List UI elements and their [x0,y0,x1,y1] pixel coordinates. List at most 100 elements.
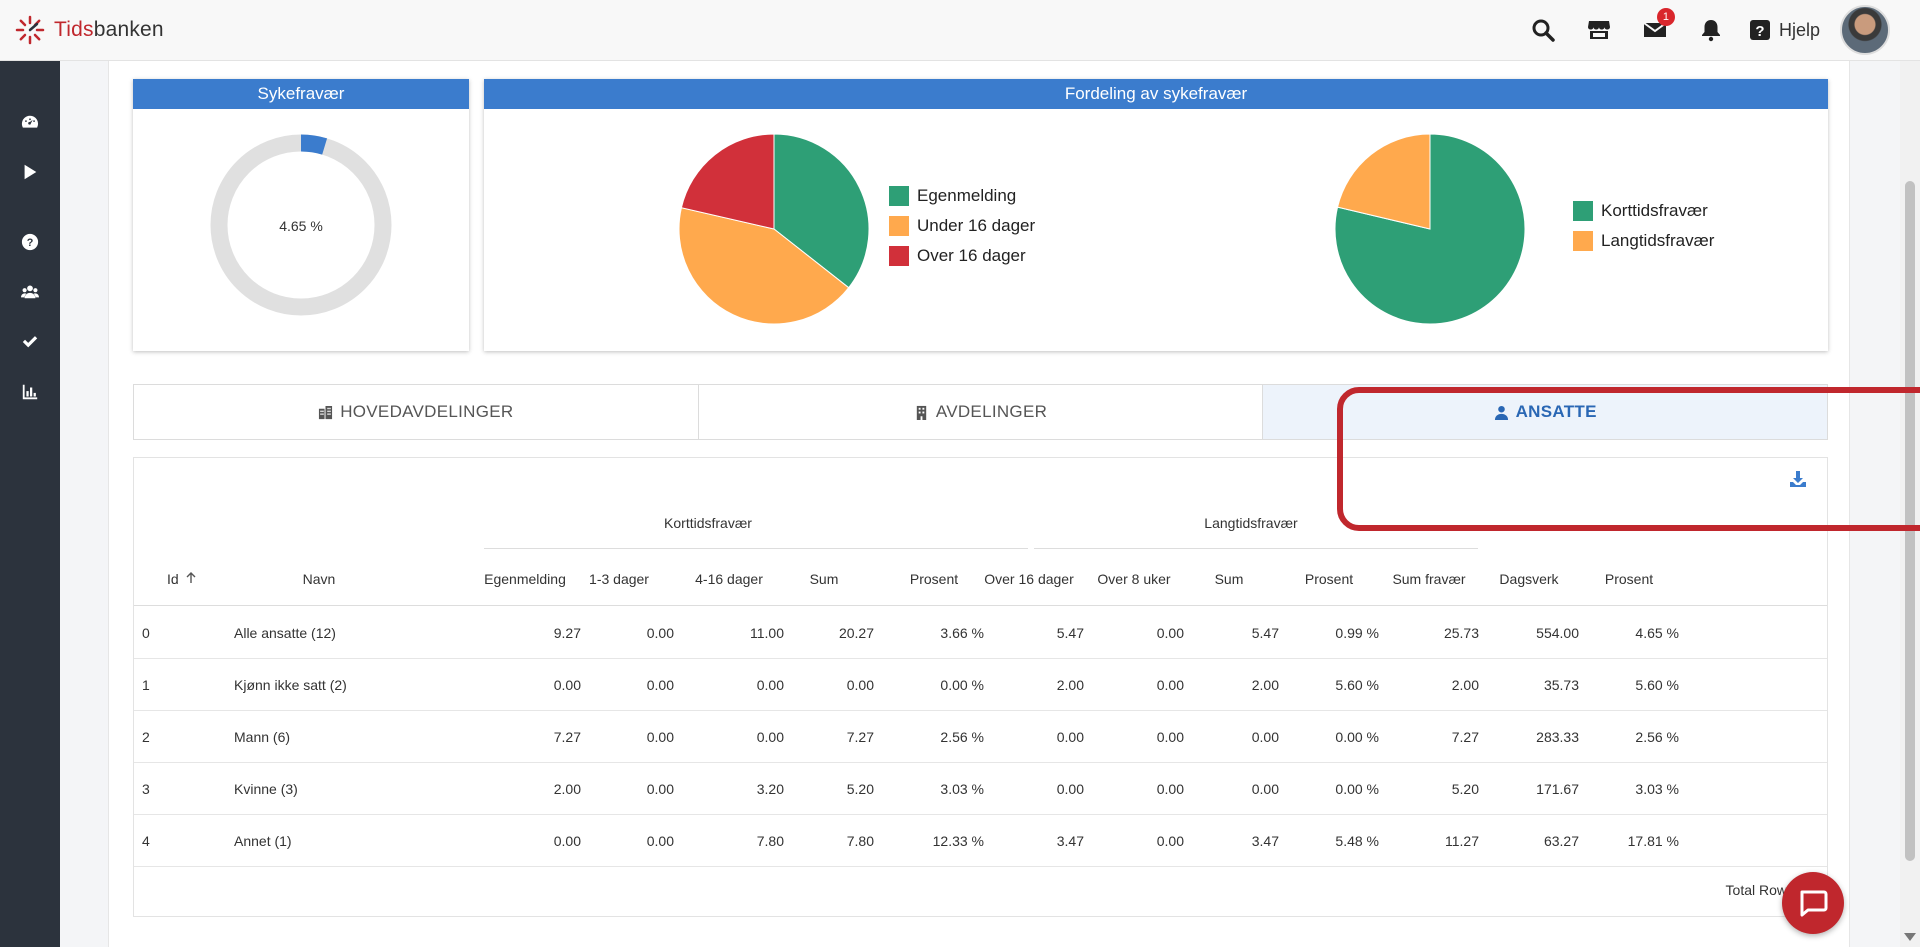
table-cell: 0.00 [1156,833,1184,849]
pie-chart-duration [1334,133,1526,325]
table-cell: 0.00 [1251,729,1279,745]
table-cell: 11.27 [1445,833,1479,849]
table-row[interactable]: 1 Kjønn ikke satt (2) 0.00 0.00 0.00 0.00 0.00… [134,659,1827,711]
column-header[interactable]: Over 16 dager [974,571,1084,587]
table-row[interactable]: 0 Alle ansatte (12) 9.27 0.00 11.00 20.27 3.66… [134,607,1827,659]
fordeling-card: Fordeling av sykefravær Egenmelding Under… [484,79,1828,351]
help-circle-icon[interactable]: ? [0,227,60,257]
table-cell: Mann (6) [234,729,291,745]
table-cell: 3.03 % [1635,781,1679,797]
table-cell: 5.20 [1451,781,1479,797]
table-cell: 63.27 [1543,833,1579,849]
legend-item[interactable]: Korttidsfravær [1573,196,1714,226]
chart-icon[interactable] [0,377,60,407]
column-header[interactable]: Id [167,571,207,587]
table-row[interactable]: 3 Kvinne (3) 2.00 0.00 3.20 5.20 3.03 % 0.00 0.0… [134,763,1827,815]
table-cell: 35.73 [1543,677,1579,693]
chat-icon [1800,890,1828,917]
column-header[interactable]: Over 8 uker [1084,571,1184,587]
column-header[interactable]: Dagsverk [1479,571,1579,587]
table-cell: 0.00 [756,677,784,693]
check-icon[interactable] [0,327,60,357]
main-content: Sykefravær 4.65 % Fordeling av sykefravæ… [108,61,1920,947]
chat-button[interactable] [1782,872,1844,934]
column-header[interactable]: Prosent [1579,571,1679,587]
tab-hovedavdelinger[interactable]: HOVEDAVDELINGER [134,385,699,439]
bell-icon[interactable] [1683,2,1739,58]
scroll-down-arrow[interactable] [1904,933,1916,941]
dashboard-icon[interactable] [0,107,60,137]
table-cell: 7.80 [756,833,784,849]
table-row[interactable]: 2 Mann (6) 7.27 0.00 0.00 7.27 2.56 % 0.00 0.00 0… [134,711,1827,763]
table-cell: 5.47 [1056,625,1084,641]
search-icon[interactable] [1515,2,1571,58]
store-icon[interactable] [1571,2,1627,58]
legend-duration: Korttidsfravær Langtidsfravær [1573,196,1714,256]
column-header-label: 4-16 dager [695,571,763,587]
column-header[interactable]: 4-16 dager [674,571,784,587]
logo[interactable]: Tidsbanken [14,14,164,46]
table-cell: 2.00 [1451,677,1479,693]
table-cell: 0.00 [1156,781,1184,797]
legend-label: Korttidsfravær [1601,201,1708,220]
table-cell: 0.00 [1056,781,1084,797]
table-cell: 3.20 [756,781,784,797]
column-header-label: Id [167,571,179,587]
column-header-label: Prosent [1604,571,1654,587]
column-header[interactable]: Sum [1179,571,1279,587]
legend-swatch [889,216,909,236]
help-label: Hjelp [1778,19,1820,40]
legend-item[interactable]: Under 16 dager [889,211,1035,241]
table-cell: Annet (1) [234,833,292,849]
legend-swatch [889,186,909,206]
pie-chart-type [678,133,870,325]
table-cell: Kjønn ikke satt (2) [234,677,347,693]
column-header[interactable]: 1-3 dager [564,571,674,587]
fordeling-title: Fordeling av sykefravær [484,79,1828,109]
column-header-label: Prosent [909,571,959,587]
legend-label: Over 16 dager [917,246,1026,265]
table-cell: 3.47 [1251,833,1279,849]
avatar[interactable] [1840,5,1890,55]
mail-icon[interactable]: 1 [1627,2,1683,58]
group-header-korttid: Korttidsfravær [664,515,752,531]
column-header[interactable]: Prosent [1279,571,1379,587]
column-header-label: Dagsverk [1499,571,1559,587]
help-button[interactable]: ? Hjelp [1749,19,1820,41]
sort-ascending-icon[interactable] [185,572,197,584]
table-row[interactable]: 4 Annet (1) 0.00 0.00 7.80 7.80 12.33 % 3.47 0.0… [134,815,1827,867]
legend-type: Egenmelding Under 16 dager Over 16 dager [889,181,1035,271]
column-header-label: Egenmelding [484,571,566,587]
legend-item[interactable]: Egenmelding [889,181,1035,211]
tab-avdelinger[interactable]: AVDELINGER [699,385,1264,439]
column-header[interactable]: Prosent [884,571,984,587]
sykefravaer-card: Sykefravær 4.65 % [133,79,469,351]
column-header-label: Over 16 dager [984,571,1074,587]
table-cell: 0.00 [1056,729,1084,745]
svg-text:?: ? [1755,23,1764,40]
play-icon[interactable] [0,157,60,187]
table-cell: 0.00 [1251,781,1279,797]
table-cell: 0.00 [646,833,674,849]
table-cell: 5.60 % [1335,677,1379,693]
table-cell: 0.00 % [1335,729,1379,745]
column-header[interactable]: Sum fravær [1379,571,1479,587]
column-header[interactable]: Sum [774,571,874,587]
table-cell: 20.27 [838,625,874,641]
table-cell: 2.56 % [1635,729,1679,745]
header-separator [134,605,1827,606]
group-line [1034,548,1478,549]
column-header[interactable]: Navn [244,571,394,587]
legend-swatch [889,246,909,266]
donut-value-label: 4.65 % [279,218,323,234]
legend-item[interactable]: Over 16 dager [889,241,1035,271]
column-header-label: Prosent [1304,571,1354,587]
legend-item[interactable]: Langtidsfravær [1573,226,1714,256]
users-icon[interactable] [0,277,60,307]
tab-label: AVDELINGER [935,402,1048,421]
sidebar: ? [0,61,60,947]
table-cell: 2 [142,729,150,745]
legend-label: Egenmelding [917,186,1017,205]
table-cell: Kvinne (3) [234,781,298,797]
table-cell: 7.27 [1451,729,1479,745]
